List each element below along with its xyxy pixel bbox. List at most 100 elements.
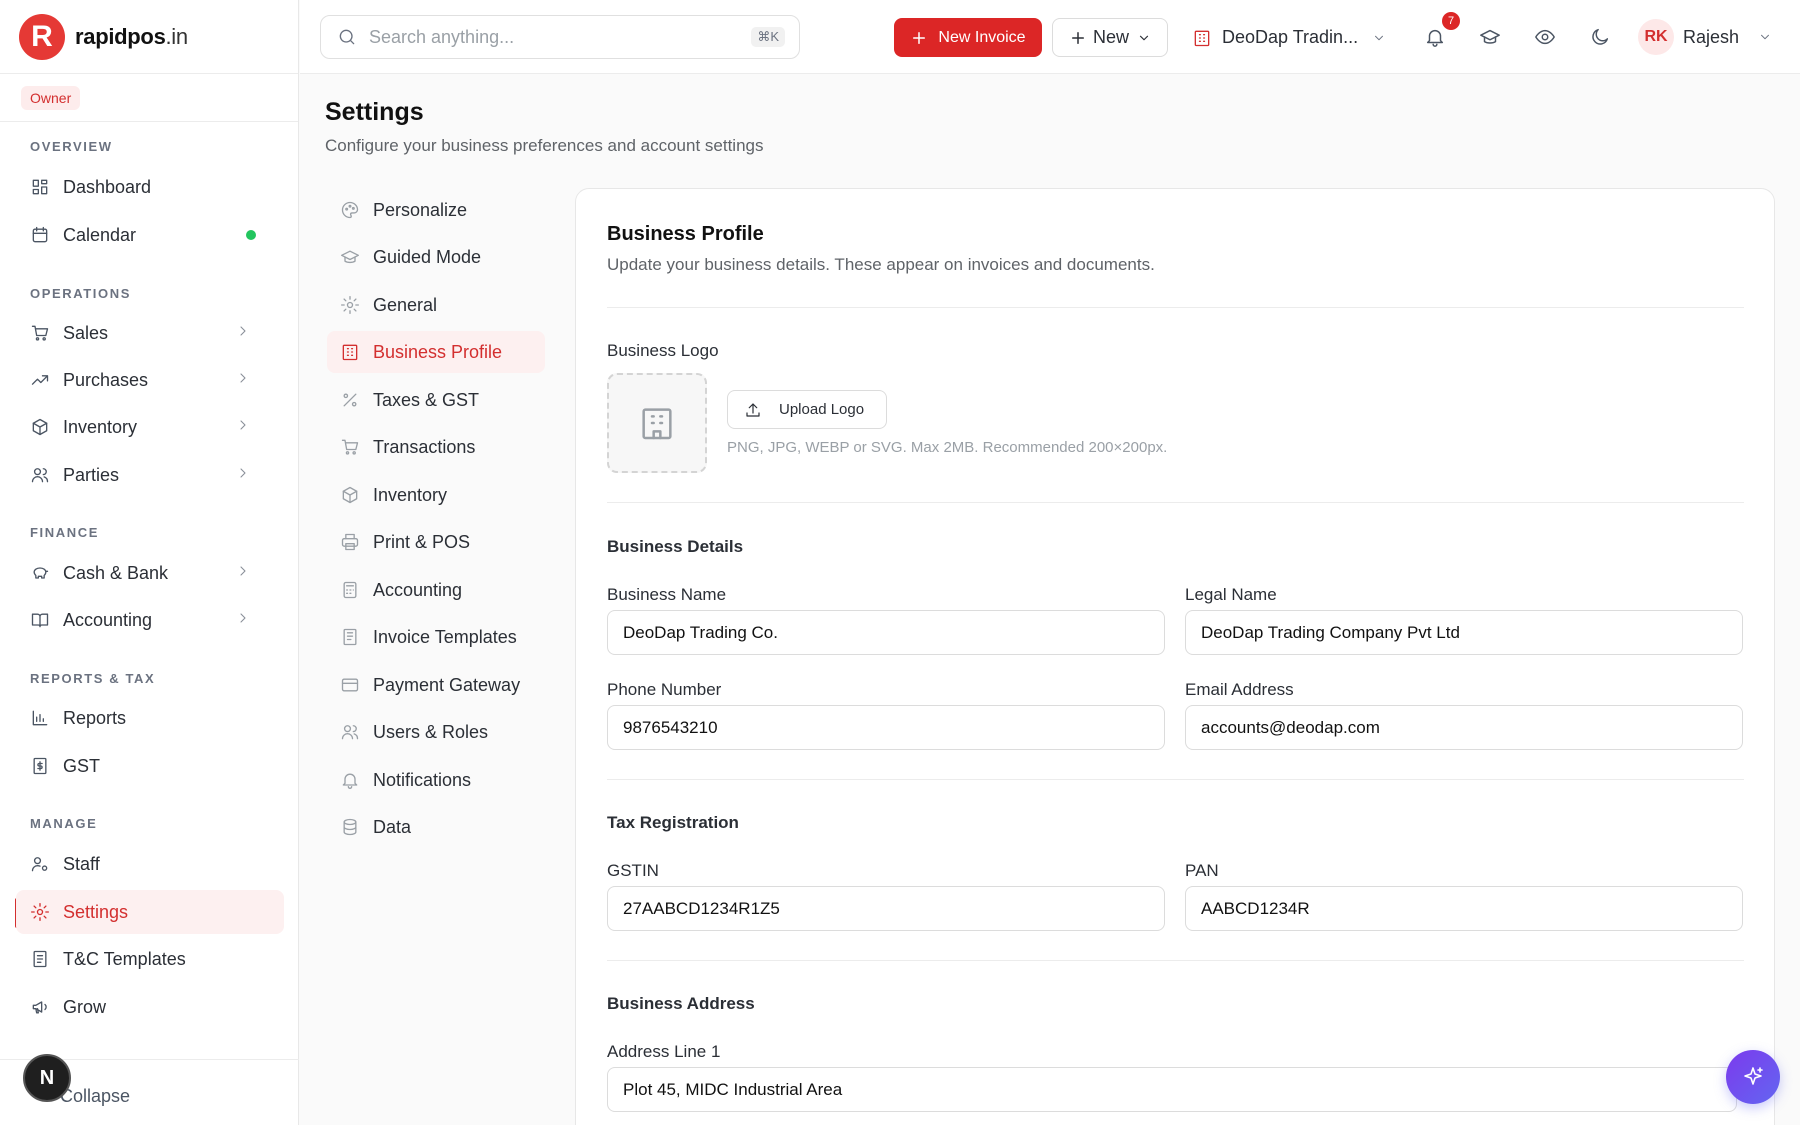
- plus-icon: [1069, 29, 1087, 47]
- settings-item-business-profile[interactable]: Business Profile: [327, 331, 545, 373]
- chevron-right-icon: [235, 465, 255, 485]
- sidebar-item-sales[interactable]: Sales: [16, 311, 284, 355]
- sidebar-item-calendar[interactable]: Calendar: [16, 213, 284, 257]
- sidebar-item-label: Purchases: [63, 369, 149, 390]
- business-name-field[interactable]: DeoDap Trading Co.: [607, 610, 1165, 655]
- sidebar-item-tc-templates[interactable]: T&C Templates: [16, 937, 284, 981]
- sidebar-item-grow[interactable]: Grow: [16, 985, 284, 1029]
- printer-icon: [340, 532, 360, 552]
- gstin-field[interactable]: 27AABCD1234R1Z5: [607, 886, 1165, 931]
- building-icon: [1192, 28, 1212, 48]
- legal-name-label: Legal Name: [1185, 585, 1277, 604]
- settings-item-label: Notifications: [373, 769, 472, 790]
- details-heading: Business Details: [607, 537, 744, 556]
- settings-item-label: Personalize: [373, 199, 468, 220]
- settings-item-label: Data: [373, 816, 412, 837]
- building-icon: [340, 342, 360, 362]
- ai-assistant-button[interactable]: [1726, 1050, 1780, 1104]
- divider: [607, 307, 1744, 308]
- sidebar-item-dashboard[interactable]: Dashboard: [16, 165, 284, 209]
- email-field[interactable]: accounts@deodap.com: [1185, 705, 1743, 750]
- sidebar-item-parties[interactable]: Parties: [16, 453, 284, 497]
- logo-preview[interactable]: [607, 373, 707, 473]
- sidebar-item-staff[interactable]: Staff: [16, 842, 284, 886]
- search-icon: [337, 27, 357, 47]
- sidebar-item-label: Accounting: [63, 609, 153, 630]
- bell-icon: [340, 770, 360, 790]
- phone-label: Phone Number: [607, 680, 722, 699]
- sidebar-item-label: T&C Templates: [63, 948, 186, 969]
- eye-icon[interactable]: [1534, 26, 1556, 48]
- pan-label: PAN: [1185, 861, 1219, 880]
- graduation-cap-icon[interactable]: [1479, 26, 1501, 48]
- settings-item-personalize[interactable]: Personalize: [327, 189, 545, 231]
- brand-name-main: rapidpos: [75, 23, 166, 49]
- bar-chart-icon: [30, 708, 50, 728]
- moon-icon[interactable]: [1589, 26, 1611, 48]
- user-cog-icon: [30, 854, 50, 874]
- sidebar-item-settings[interactable]: Settings: [16, 890, 284, 934]
- cart-icon: [30, 323, 50, 343]
- box-icon: [30, 417, 50, 437]
- sidebar-item-gst[interactable]: GST: [16, 744, 284, 788]
- settings-item-payment-gateway[interactable]: Payment Gateway: [327, 664, 545, 706]
- sidebar-item-purchases[interactable]: Purchases: [16, 358, 284, 402]
- chevron-right-icon: [235, 370, 255, 390]
- sidebar-item-reports[interactable]: Reports: [16, 696, 284, 740]
- sidebar-item-inventory[interactable]: Inventory: [16, 405, 284, 449]
- sidebar-item-label: Inventory: [63, 416, 138, 437]
- settings-item-invoice-templates[interactable]: Invoice Templates: [327, 616, 545, 658]
- collapse-button[interactable]: Collapse: [60, 1086, 130, 1107]
- new-invoice-label: New Invoice: [938, 28, 1026, 46]
- receipt-icon: [340, 627, 360, 647]
- bell-icon[interactable]: [1424, 26, 1446, 48]
- section-overview: OVERVIEW: [30, 139, 113, 154]
- upload-logo-button[interactable]: Upload Logo: [727, 390, 887, 429]
- user-badge[interactable]: N: [23, 1054, 71, 1102]
- card-subtitle: Update your business details. These appe…: [607, 255, 1155, 274]
- chevron-down-icon: [1358, 31, 1386, 45]
- address1-label: Address Line 1: [607, 1042, 721, 1061]
- section-operations: OPERATIONS: [30, 286, 131, 301]
- address1-field[interactable]: Plot 45, MIDC Industrial Area: [607, 1067, 1737, 1112]
- page-subtitle: Configure your business preferences and …: [325, 136, 764, 155]
- company-switcher[interactable]: DeoDap Tradin...: [1192, 18, 1396, 57]
- sidebar-item-label: Grow: [63, 996, 107, 1017]
- percent-icon: [340, 390, 360, 410]
- sidebar: R rapidpos.in Owner OVERVIEW Dashboard C…: [0, 0, 299, 1125]
- sidebar-item-label: GST: [63, 755, 101, 776]
- settings-item-taxes-gst[interactable]: Taxes & GST: [327, 379, 545, 421]
- brand[interactable]: R rapidpos.in: [0, 0, 298, 74]
- brand-logo: R: [19, 13, 65, 60]
- settings-item-transactions[interactable]: Transactions: [327, 426, 545, 468]
- upload-logo-label: Upload Logo: [779, 401, 865, 418]
- settings-item-accounting[interactable]: Accounting: [327, 569, 545, 611]
- settings-item-inventory[interactable]: Inventory: [327, 474, 545, 516]
- phone-field[interactable]: 9876543210: [607, 705, 1165, 750]
- pan-field[interactable]: AABCD1234R: [1185, 886, 1743, 931]
- legal-name-field[interactable]: DeoDap Trading Company Pvt Ltd: [1185, 610, 1743, 655]
- user-name[interactable]: Rajesh: [1683, 27, 1739, 48]
- users-icon: [340, 722, 360, 742]
- chevron-right-icon: [235, 323, 255, 343]
- settings-item-label: Transactions: [373, 436, 476, 457]
- settings-item-guided-mode[interactable]: Guided Mode: [327, 236, 545, 278]
- chevron-right-icon: [235, 563, 255, 583]
- chevron-down-icon[interactable]: [1758, 30, 1772, 44]
- settings-item-general[interactable]: General: [327, 284, 545, 326]
- settings-item-print-pos[interactable]: Print & POS: [327, 521, 545, 563]
- settings-item-data[interactable]: Data: [327, 806, 545, 848]
- search-input[interactable]: Search anything... ⌘K: [320, 15, 800, 59]
- settings-item-notifications[interactable]: Notifications: [327, 759, 545, 801]
- avatar[interactable]: RK: [1638, 19, 1674, 55]
- new-invoice-button[interactable]: New Invoice: [894, 18, 1042, 57]
- new-dropdown-button[interactable]: New: [1052, 18, 1168, 57]
- upload-icon: [744, 401, 762, 419]
- settings-item-users-roles[interactable]: Users & Roles: [327, 711, 545, 753]
- role-row: Owner: [0, 74, 298, 122]
- sidebar-item-cash-bank[interactable]: Cash & Bank: [16, 551, 284, 595]
- brand-name: rapidpos.in: [75, 24, 188, 50]
- new-label: New: [1092, 27, 1129, 47]
- sidebar-item-accounting[interactable]: Accounting: [16, 598, 284, 642]
- plus-icon: [910, 29, 928, 47]
